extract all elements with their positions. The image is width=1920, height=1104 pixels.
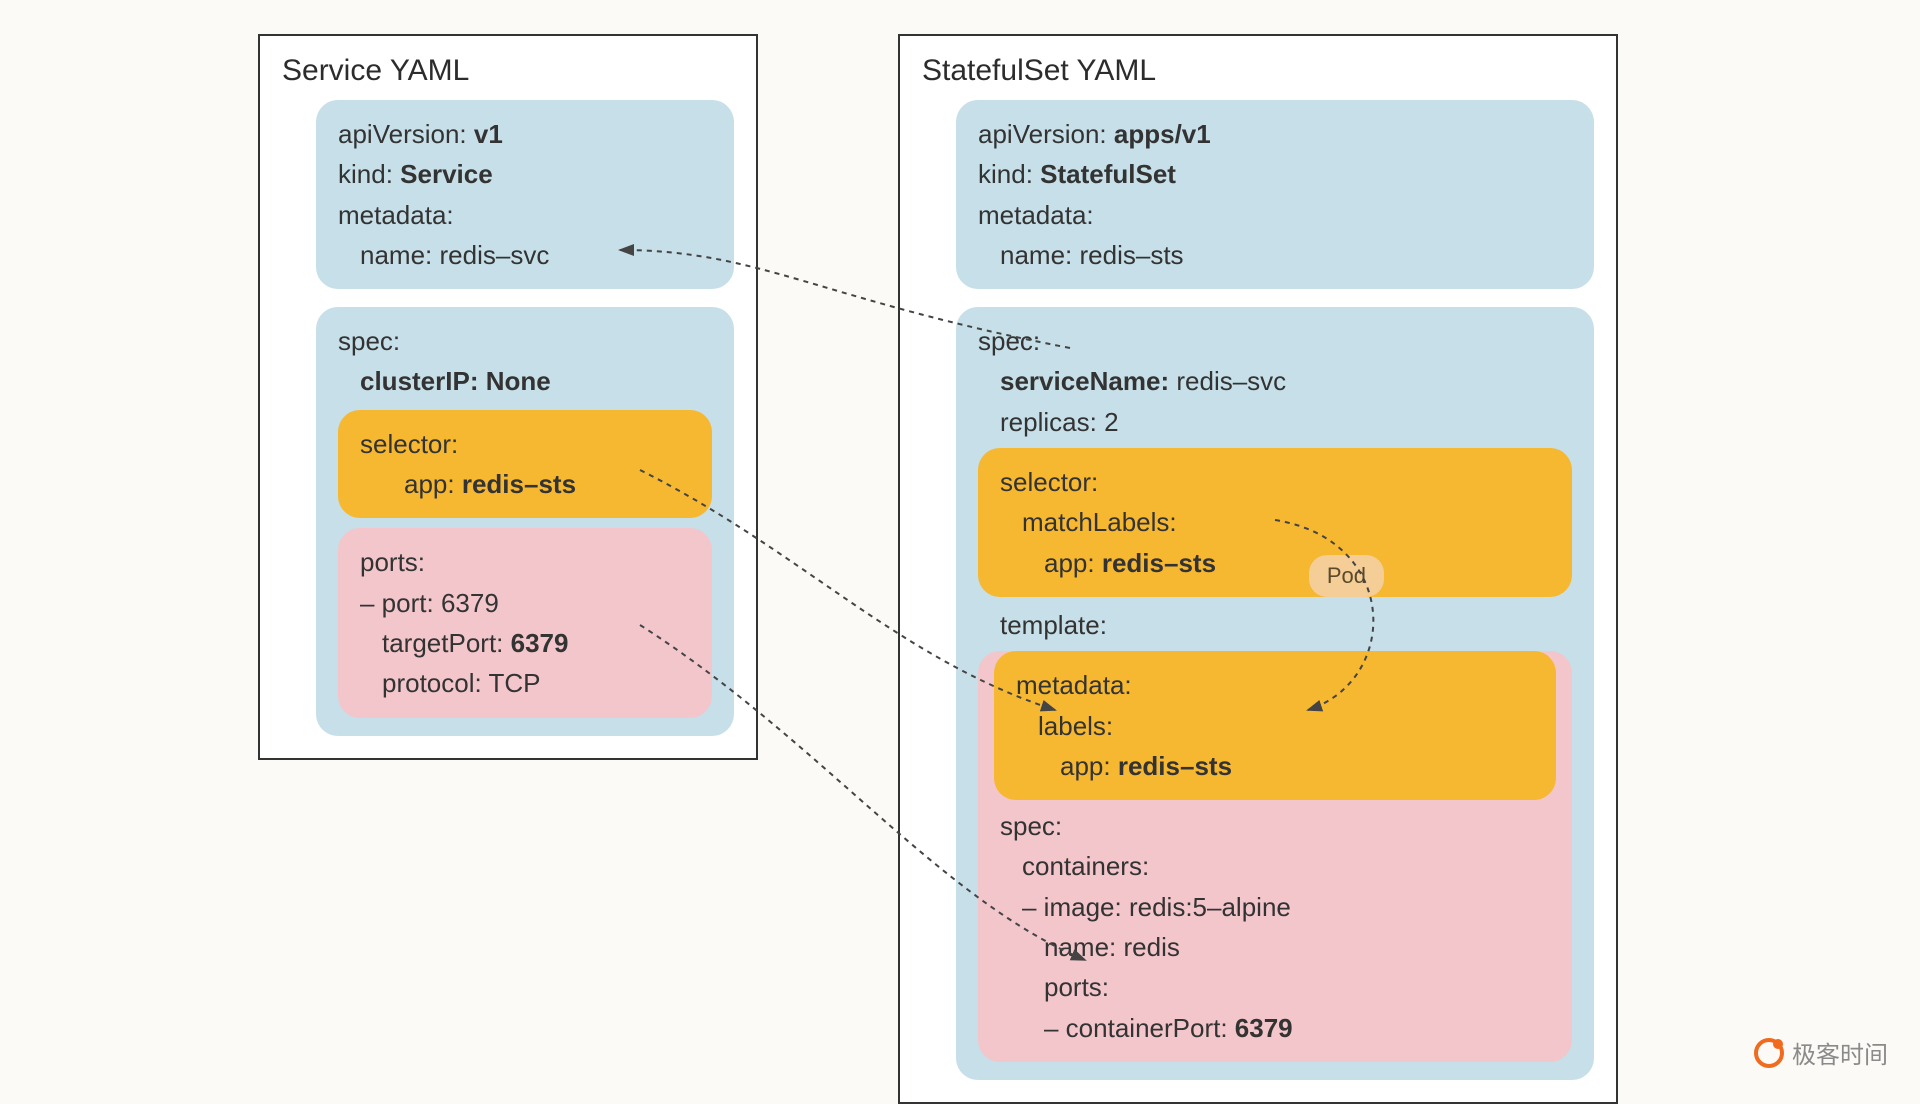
sts-matchlabels-key: matchLabels:	[1000, 502, 1550, 542]
sts-replicas-key: replicas:	[1000, 407, 1097, 437]
service-spec-block: spec: clusterIP: None selector: app: red…	[316, 307, 734, 735]
service-selector-block: selector: app: redis–sts	[338, 410, 712, 519]
branding-text: 极客时间	[1792, 1035, 1888, 1070]
sts-template-key: template:	[978, 605, 1572, 645]
sts-sel-app-val: redis–sts	[1102, 548, 1216, 578]
service-header-block: apiVersion: v1 kind: Service metadata: n…	[316, 100, 734, 289]
svc-name-key: name:	[360, 240, 432, 270]
sts-tpl-app-key: app:	[1060, 751, 1111, 781]
sts-tpl-labels-key: labels:	[1016, 706, 1534, 746]
svc-ports-key: ports:	[360, 542, 690, 582]
sts-selector-key: selector:	[1000, 462, 1550, 502]
svc-targetport-val: 6379	[511, 628, 569, 658]
svc-port-val: 6379	[441, 588, 499, 618]
svc-selector-key: selector:	[360, 424, 690, 464]
sts-metadata-key: metadata:	[978, 195, 1572, 235]
svc-sel-app-val: redis–sts	[462, 469, 576, 499]
svc-clusterip-val: None	[486, 366, 551, 396]
logo-icon	[1754, 1038, 1784, 1068]
svc-kind-key: kind:	[338, 159, 393, 189]
svc-protocol-key: protocol:	[382, 668, 482, 698]
svc-spec-key: spec:	[338, 321, 712, 361]
sts-template-metadata-block: metadata: labels: app: redis–sts	[994, 651, 1556, 800]
sts-header-block: apiVersion: apps/v1 kind: StatefulSet me…	[956, 100, 1594, 289]
svc-clusterip-key: clusterIP:	[360, 366, 479, 396]
svc-protocol-val: TCP	[489, 668, 541, 698]
branding-logo: 极客时间	[1754, 1035, 1888, 1070]
service-title: Service YAML	[282, 54, 734, 88]
svc-sel-app-key: app:	[404, 469, 455, 499]
sts-name-key: name:	[1000, 240, 1072, 270]
sts-template-block: metadata: labels: app: redis–sts spec: c…	[978, 651, 1572, 1062]
sts-tpl-app-val: redis–sts	[1118, 751, 1232, 781]
sts-tpl-cport-key: – containerPort:	[1044, 1013, 1228, 1043]
sts-tpl-image-val: redis:5–alpine	[1129, 892, 1291, 922]
svc-apiversion-key: apiVersion:	[338, 119, 467, 149]
sts-tpl-cport-val: 6379	[1235, 1013, 1293, 1043]
svc-kind-val: Service	[400, 159, 493, 189]
sts-tpl-ports-key: ports:	[1000, 967, 1550, 1007]
sts-replicas-val: 2	[1104, 407, 1118, 437]
sts-kind-val: StatefulSet	[1040, 159, 1176, 189]
statefulset-panel: StatefulSet YAML apiVersion: apps/v1 kin…	[898, 34, 1618, 1104]
sts-spec-key: spec:	[978, 321, 1572, 361]
pod-badge: Pod	[1309, 555, 1384, 597]
sts-tpl-cname-key: name:	[1044, 932, 1116, 962]
sts-selector-block: selector: matchLabels: app: redis–sts	[978, 448, 1572, 597]
sts-name-val: redis–sts	[1080, 240, 1184, 270]
sts-title: StatefulSet YAML	[922, 54, 1594, 88]
svc-port-key: – port:	[360, 588, 434, 618]
svc-apiversion-val: v1	[474, 119, 503, 149]
svc-name-val: redis–svc	[440, 240, 550, 270]
sts-kind-key: kind:	[978, 159, 1033, 189]
sts-servicename-val: redis–svc	[1176, 366, 1286, 396]
svc-targetport-key: targetPort:	[382, 628, 503, 658]
sts-apiversion-key: apiVersion:	[978, 119, 1107, 149]
sts-tpl-spec-key: spec:	[1000, 806, 1550, 846]
sts-tpl-cname-val: redis	[1124, 932, 1180, 962]
sts-apiversion-val: apps/v1	[1114, 119, 1211, 149]
sts-tpl-containers-key: containers:	[1000, 846, 1550, 886]
sts-tpl-metadata-key: metadata:	[1016, 665, 1534, 705]
sts-tpl-image-key: – image:	[1022, 892, 1122, 922]
sts-sel-app-key: app:	[1044, 548, 1095, 578]
service-panel: Service YAML apiVersion: v1 kind: Servic…	[258, 34, 758, 760]
svc-metadata-key: metadata:	[338, 195, 712, 235]
sts-servicename-key: serviceName:	[1000, 366, 1169, 396]
sts-spec-block: spec: serviceName: redis–svc replicas: 2…	[956, 307, 1594, 1080]
service-ports-block: ports: – port: 6379 targetPort: 6379 pro…	[338, 528, 712, 717]
